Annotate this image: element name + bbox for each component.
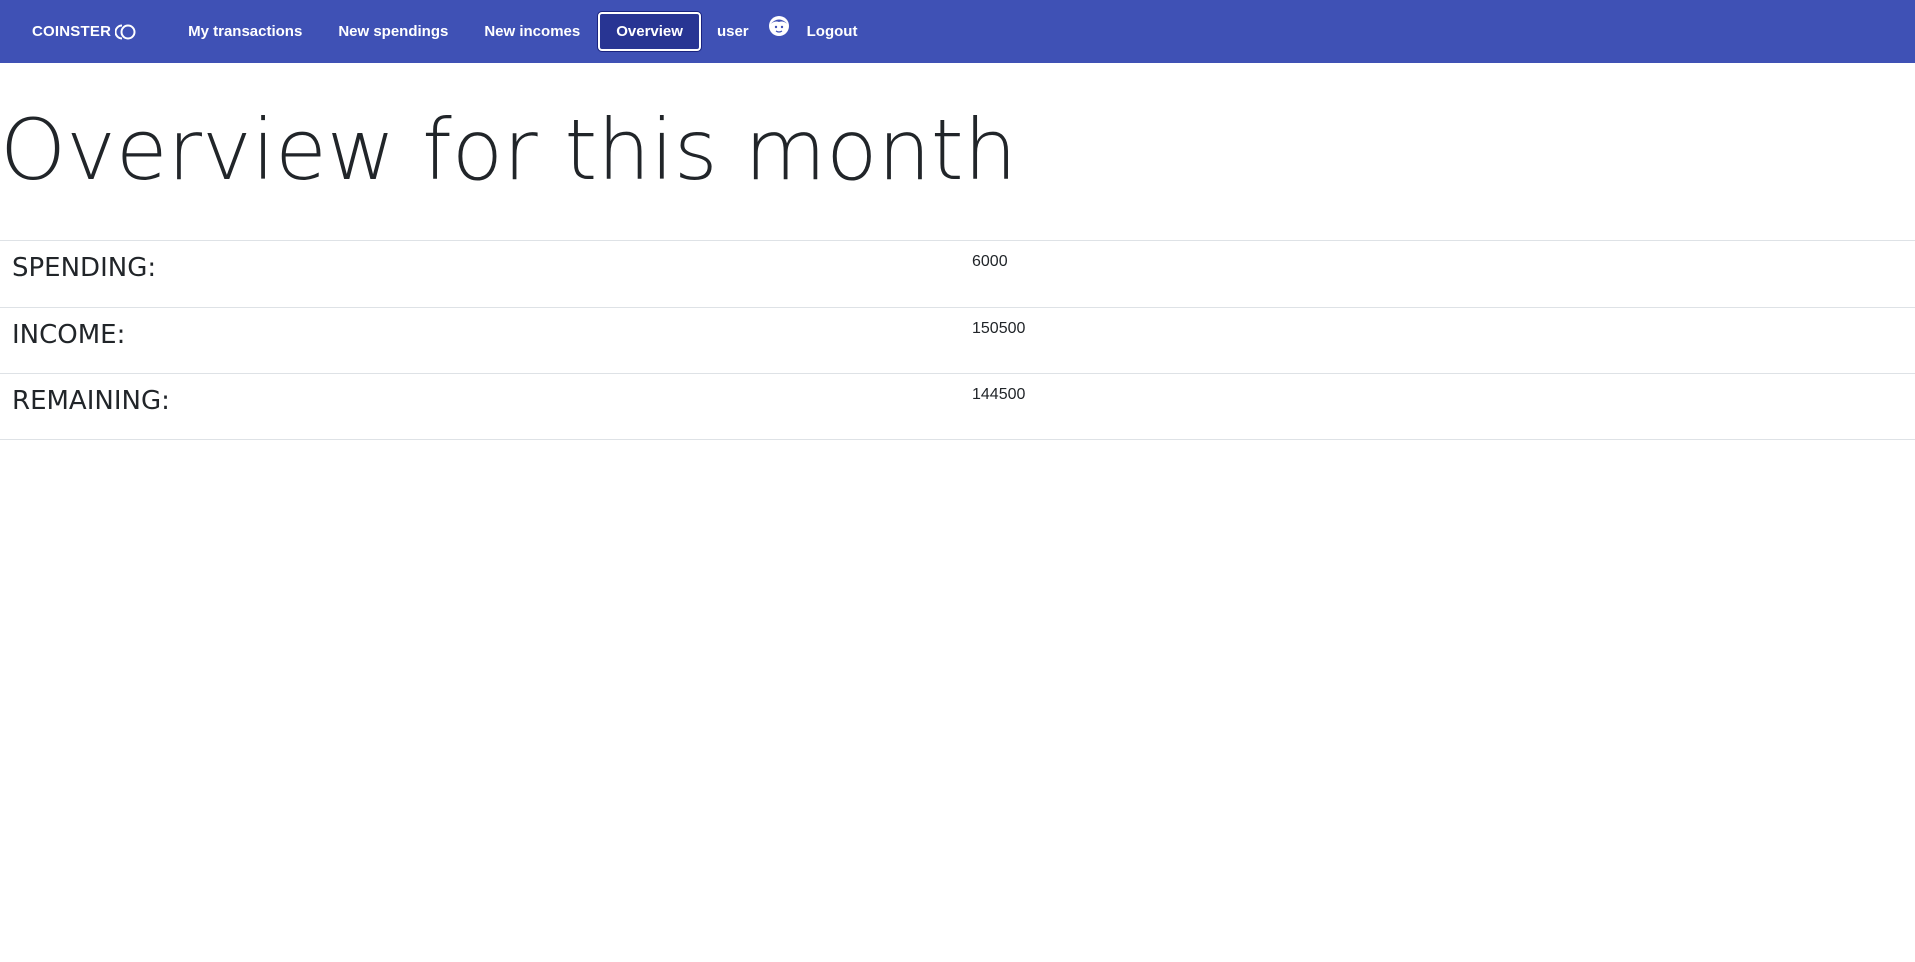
user-avatar-icon[interactable] — [767, 14, 791, 38]
nav-my-transactions[interactable]: My transactions — [170, 12, 320, 51]
username-label: user — [716, 23, 749, 40]
spending-row: SPENDING: 6000 — [0, 241, 1915, 307]
income-row: INCOME: 150500 — [0, 307, 1915, 373]
remaining-label: REMAINING: — [12, 385, 170, 416]
income-value: 150500 — [972, 319, 1026, 337]
nav-new-incomes[interactable]: New incomes — [466, 12, 598, 51]
remaining-value: 144500 — [972, 385, 1026, 403]
nav-new-spendings[interactable]: New spendings — [320, 12, 466, 51]
top-navbar: COINSTER My transactions New spendings N… — [0, 0, 1915, 63]
overview-summary-table: SPENDING: 6000 INCOME: 150500 REMAINING:… — [0, 241, 1915, 440]
remaining-row: REMAINING: 144500 — [0, 373, 1915, 439]
logout-link[interactable]: Logout — [791, 14, 870, 49]
spending-value: 6000 — [972, 253, 1008, 270]
income-label: INCOME: — [12, 319, 126, 350]
brand-name: COINSTER — [32, 23, 112, 40]
page-title: Overview for this month — [0, 63, 1915, 241]
nav-overview[interactable]: Overview — [598, 12, 701, 51]
coin-logo-icon — [115, 24, 136, 39]
spending-label: SPENDING: — [12, 253, 157, 283]
brand-link[interactable]: COINSTER — [32, 23, 137, 41]
